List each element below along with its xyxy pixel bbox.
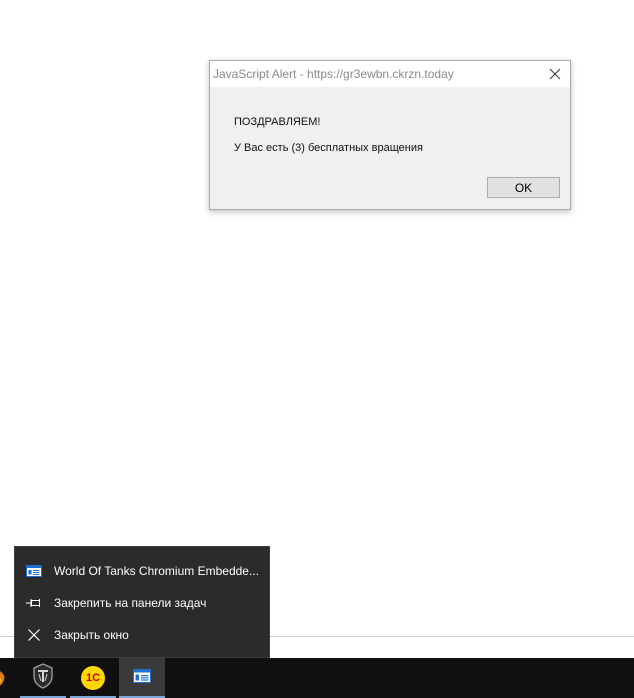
alert-message-heading: ПОЗДРАВЛЯЕМ! [234,116,321,128]
jumplist-item-app-window[interactable]: World Of Tanks Chromium Embedde... [15,556,269,586]
world-of-tanks-icon [32,662,54,694]
pin-icon [26,596,42,610]
app-window-icon [26,564,42,578]
taskbar-button-1c[interactable]: 1С [70,658,116,698]
1c-icon: 1С [81,666,105,690]
ok-button[interactable]: OK [487,177,560,198]
close-icon [26,628,42,642]
taskbar-jump-list: World Of Tanks Chromium Embedde... Закре… [14,546,270,658]
alert-message-body: У Вас есть (3) бесплатных вращения [234,142,423,154]
dialog-titlebar[interactable]: JavaScript Alert - https://gr3ewbn.ckrzn… [210,61,570,87]
partial-app-icon [0,668,8,688]
taskbar: 1С [0,658,634,698]
taskbar-button-app-window-active[interactable] [119,658,165,698]
javascript-alert-dialog: JavaScript Alert - https://gr3ewbn.ckrzn… [209,60,571,210]
taskbar-button-world-of-tanks[interactable] [20,658,66,698]
dialog-close-button[interactable] [540,61,570,87]
close-icon [549,68,561,80]
jumplist-item-pin[interactable]: Закрепить на панели задач [15,588,269,618]
jumplist-item-label: World Of Tanks Chromium Embedde... [54,564,259,578]
jumplist-item-label: Закрыть окно [54,628,129,642]
jumplist-item-close-window[interactable]: Закрыть окно [15,620,269,650]
jumplist-item-label: Закрепить на панели задач [54,596,207,610]
taskbar-button-partial-app[interactable] [0,658,16,698]
app-window-icon [133,668,151,688]
dialog-title: JavaScript Alert - https://gr3ewbn.ckrzn… [213,67,454,81]
